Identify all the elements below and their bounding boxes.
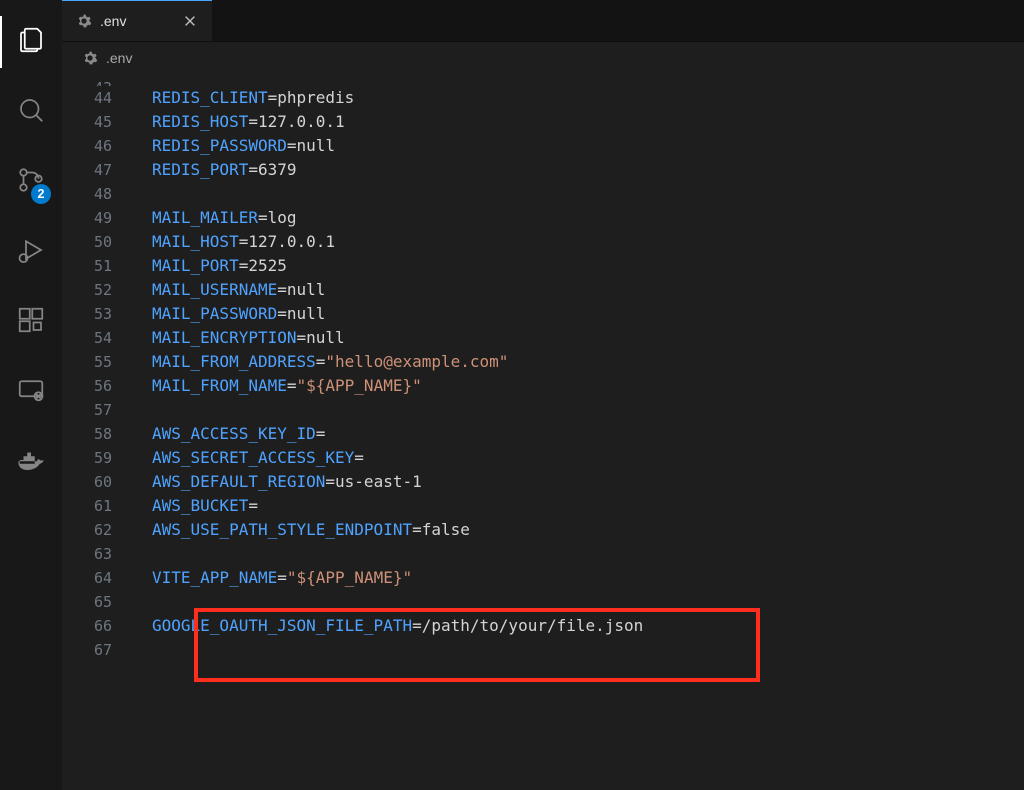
search-icon <box>16 95 46 130</box>
breadcrumb[interactable]: .env <box>62 42 1024 74</box>
line-number: 49 <box>62 206 140 230</box>
editor-group: .env .env 434445464748495051525354555657… <box>62 0 1024 790</box>
code-line[interactable]: MAIL_PASSWORD=null <box>152 302 1024 326</box>
code-line[interactable]: AWS_BUCKET= <box>152 494 1024 518</box>
line-number: 61 <box>62 494 140 518</box>
line-number: 58 <box>62 422 140 446</box>
code-line[interactable]: MAIL_USERNAME=null <box>152 278 1024 302</box>
scm-badge: 2 <box>31 184 51 204</box>
remote-icon <box>16 375 46 410</box>
line-number: 66 <box>62 614 140 638</box>
line-number: 54 <box>62 326 140 350</box>
line-number: 64 <box>62 566 140 590</box>
line-number: 62 <box>62 518 140 542</box>
scm-activity[interactable]: 2 <box>5 156 57 208</box>
debug-icon <box>16 235 46 270</box>
line-number: 45 <box>62 110 140 134</box>
line-number: 56 <box>62 374 140 398</box>
extensions-icon <box>16 305 46 340</box>
debug-activity[interactable] <box>5 226 57 278</box>
extensions-activity[interactable] <box>5 296 57 348</box>
code-line[interactable] <box>152 638 1024 662</box>
close-icon[interactable] <box>182 13 198 29</box>
line-number: 60 <box>62 470 140 494</box>
code-line[interactable]: MAIL_ENCRYPTION=null <box>152 326 1024 350</box>
tab-bar: .env <box>62 0 1024 42</box>
line-number: 55 <box>62 350 140 374</box>
docker-icon <box>16 445 46 480</box>
line-number: 47 <box>62 158 140 182</box>
line-number: 57 <box>62 398 140 422</box>
line-number: 59 <box>62 446 140 470</box>
line-number: 50 <box>62 230 140 254</box>
line-number-gutter: 4344454647484950515253545556575859606162… <box>62 74 140 790</box>
remote-activity[interactable] <box>5 366 57 418</box>
code-line[interactable]: MAIL_FROM_NAME="${APP_NAME}" <box>152 374 1024 398</box>
files-icon <box>16 25 46 60</box>
code-line[interactable]: MAIL_HOST=127.0.0.1 <box>152 230 1024 254</box>
code-line[interactable]: VITE_APP_NAME="${APP_NAME}" <box>152 566 1024 590</box>
code-line[interactable] <box>152 542 1024 566</box>
docker-activity[interactable] <box>5 436 57 488</box>
activity-bar: 2 <box>0 0 62 790</box>
code-line[interactable]: AWS_SECRET_ACCESS_KEY= <box>152 446 1024 470</box>
line-number: 53 <box>62 302 140 326</box>
code-line[interactable]: AWS_USE_PATH_STYLE_ENDPOINT=false <box>152 518 1024 542</box>
search-activity[interactable] <box>5 86 57 138</box>
line-number: 67 <box>62 638 140 662</box>
code-line[interactable]: AWS_DEFAULT_REGION=us-east-1 <box>152 470 1024 494</box>
line-number: 51 <box>62 254 140 278</box>
code-line[interactable]: REDIS_PORT=6379 <box>152 158 1024 182</box>
code-content[interactable]: REDIS_CLIENT=phpredisREDIS_HOST=127.0.0.… <box>140 74 1024 790</box>
code-line[interactable]: REDIS_PASSWORD=null <box>152 134 1024 158</box>
line-number: 44 <box>62 86 140 110</box>
tab-env[interactable]: .env <box>62 0 212 41</box>
line-number: 48 <box>62 182 140 206</box>
code-line[interactable]: GOOGLE_OAUTH_JSON_FILE_PATH=/path/to/you… <box>152 614 1024 638</box>
line-number: 46 <box>62 134 140 158</box>
line-number: 65 <box>62 590 140 614</box>
tab-label: .env <box>100 13 126 29</box>
code-line[interactable] <box>152 590 1024 614</box>
line-number: 63 <box>62 542 140 566</box>
code-line[interactable]: REDIS_HOST=127.0.0.1 <box>152 110 1024 134</box>
editor[interactable]: 4344454647484950515253545556575859606162… <box>62 74 1024 790</box>
line-number: 52 <box>62 278 140 302</box>
code-line[interactable]: MAIL_FROM_ADDRESS="hello@example.com" <box>152 350 1024 374</box>
code-line[interactable]: REDIS_CLIENT=phpredis <box>152 86 1024 110</box>
gear-icon <box>76 13 92 29</box>
gear-icon <box>82 50 98 66</box>
breadcrumb-label: .env <box>106 50 132 66</box>
code-line[interactable]: AWS_ACCESS_KEY_ID= <box>152 422 1024 446</box>
explorer-activity[interactable] <box>5 16 57 68</box>
code-line[interactable]: MAIL_MAILER=log <box>152 206 1024 230</box>
code-line[interactable]: MAIL_PORT=2525 <box>152 254 1024 278</box>
code-line[interactable] <box>152 182 1024 206</box>
code-line[interactable] <box>152 398 1024 422</box>
app-root: 2 <box>0 0 1024 790</box>
